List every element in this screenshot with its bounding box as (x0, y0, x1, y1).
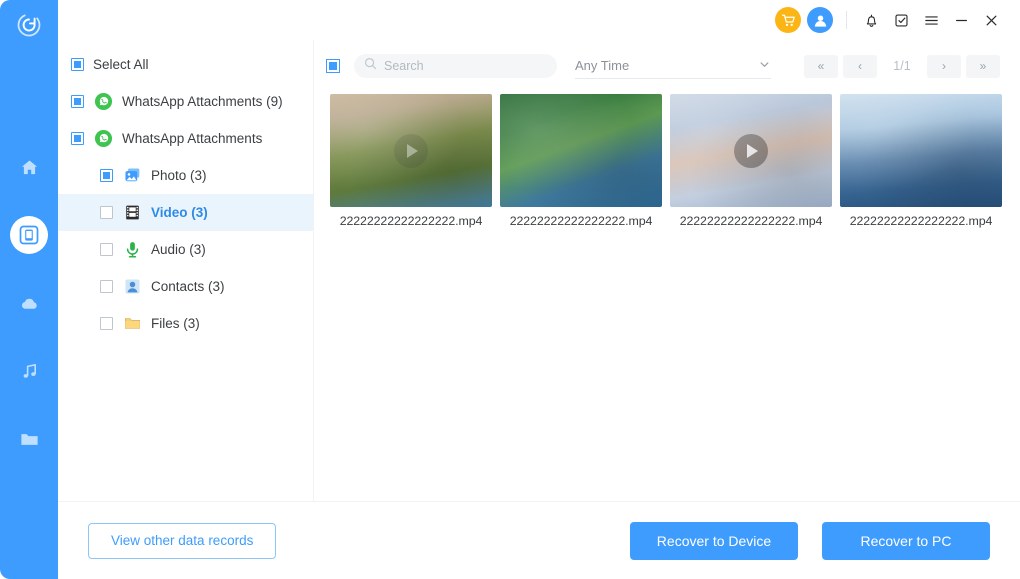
grid-item-filename: 22222222222222222.mp4 (849, 214, 993, 228)
rail-item-music[interactable] (10, 352, 48, 390)
prev-page-button[interactable]: ‹ (843, 54, 877, 78)
device-icon (18, 224, 40, 246)
video-thumbnail[interactable] (330, 94, 492, 207)
video-thumbnail[interactable] (500, 94, 662, 207)
tree-item-photo[interactable]: Photo (3) (58, 157, 313, 194)
select-all-row[interactable]: Select All (58, 46, 313, 83)
tree-checkbox[interactable] (100, 169, 113, 182)
tree-item-video[interactable]: Video (3) (58, 194, 313, 231)
next-page-label: › (942, 59, 946, 73)
rail-item-cloud[interactable] (10, 284, 48, 322)
whatsapp-icon (94, 92, 113, 111)
user-avatar-icon[interactable] (807, 7, 833, 33)
tree-item-label: Files (3) (151, 316, 200, 331)
recover-to-pc-button[interactable]: Recover to PC (822, 521, 990, 560)
video-thumbnail[interactable] (840, 94, 1002, 207)
contacts-icon (123, 277, 142, 296)
view-other-data-records-button[interactable]: View other data records (88, 522, 277, 559)
pagination: « ‹ 1/1 › » (804, 54, 1000, 78)
tree-item-whatsapp-attachments-9[interactable]: WhatsApp Attachments (9) (58, 83, 313, 120)
tree-checkbox[interactable] (100, 243, 113, 256)
folder-icon (19, 429, 40, 450)
whatsapp-icon (94, 129, 113, 148)
time-filter-value: Any Time (575, 58, 630, 73)
grid-item-filename: 22222222222222222.mp4 (679, 214, 823, 228)
tree-item-label: Audio (3) (151, 242, 206, 257)
search-box[interactable] (354, 54, 557, 78)
select-all-results-checkbox[interactable] (326, 59, 340, 73)
first-page-button[interactable]: « (804, 54, 838, 78)
tree-item-label: Photo (3) (151, 168, 207, 183)
tree-checkbox[interactable] (100, 280, 113, 293)
grid-item[interactable]: 22222222222222222.mp4 (836, 94, 1006, 228)
play-icon[interactable] (734, 133, 768, 168)
audio-icon (123, 240, 142, 259)
tree-item-label: WhatsApp Attachments (9) (122, 94, 283, 109)
cloud-icon (19, 293, 40, 314)
results-panel: Any Time « ‹ 1/1 (314, 40, 1020, 501)
recover-to-device-button[interactable]: Recover to Device (630, 521, 798, 560)
main-area: Select All WhatsApp Attachments (9) What… (58, 0, 1020, 579)
tree-checkbox[interactable] (100, 317, 113, 330)
video-thumbnail[interactable] (670, 94, 832, 207)
bell-icon[interactable] (856, 5, 886, 35)
content-body: Select All WhatsApp Attachments (9) What… (58, 40, 1020, 501)
rail-item-device[interactable] (10, 216, 48, 254)
close-icon[interactable] (976, 5, 1006, 35)
last-page-label: » (979, 59, 987, 73)
hamburger-menu-icon[interactable] (916, 5, 946, 35)
first-page-label: « (817, 59, 825, 73)
grid-item-filename: 22222222222222222.mp4 (509, 214, 653, 228)
rail-item-home[interactable] (10, 148, 48, 186)
cart-icon[interactable] (775, 7, 801, 33)
music-icon (20, 362, 39, 381)
category-tree: Select All WhatsApp Attachments (9) What… (58, 40, 314, 501)
application-window: Select All WhatsApp Attachments (9) What… (0, 0, 1020, 579)
title-bar (58, 0, 1020, 40)
minimize-icon[interactable] (946, 5, 976, 35)
home-icon (20, 158, 39, 177)
files-icon (123, 314, 142, 333)
tree-checkbox[interactable] (100, 206, 113, 219)
grid-item[interactable]: 22222222222222222.mp4 (326, 94, 496, 228)
photo-icon (123, 166, 142, 185)
rail-item-folder[interactable] (10, 420, 48, 458)
tree-item-label: WhatsApp Attachments (122, 131, 263, 146)
select-all-label: Select All (93, 57, 149, 72)
tree-item-contacts[interactable]: Contacts (3) (58, 268, 313, 305)
footer-actions: Recover to Device Recover to PC (630, 521, 990, 560)
grid-item[interactable]: 22222222222222222.mp4 (496, 94, 666, 228)
next-page-button[interactable]: › (927, 54, 961, 78)
time-filter-dropdown[interactable]: Any Time (575, 53, 771, 79)
app-logo (14, 10, 44, 40)
titlebar-divider (846, 11, 847, 29)
grid-item-filename: 22222222222222222.mp4 (339, 214, 483, 228)
left-nav-rail (0, 0, 58, 579)
tree-checkbox[interactable] (71, 95, 84, 108)
thumbnail-grid: 22222222222222222.mp4 22222222222222222.… (314, 86, 1020, 501)
results-toolbar: Any Time « ‹ 1/1 (314, 46, 1020, 86)
chevron-down-icon (758, 58, 771, 74)
page-indicator: 1/1 (893, 59, 911, 73)
grid-item[interactable]: 22222222222222222.mp4 (666, 94, 836, 228)
search-input[interactable] (384, 59, 547, 73)
tree-item-audio[interactable]: Audio (3) (58, 231, 313, 268)
tree-item-label: Contacts (3) (151, 279, 225, 294)
video-icon (123, 203, 142, 222)
play-icon[interactable] (394, 133, 428, 168)
tree-checkbox[interactable] (71, 132, 84, 145)
footer-bar: View other data records Recover to Devic… (58, 501, 1020, 579)
prev-page-label: ‹ (858, 59, 862, 73)
tree-item-files[interactable]: Files (3) (58, 305, 313, 342)
tree-item-whatsapp-attachments[interactable]: WhatsApp Attachments (58, 120, 313, 157)
select-all-checkbox[interactable] (71, 58, 84, 71)
last-page-button[interactable]: » (966, 54, 1000, 78)
feedback-icon[interactable] (886, 5, 916, 35)
search-icon (364, 57, 377, 75)
tree-item-label: Video (3) (151, 205, 208, 220)
rail-icon-list (10, 148, 48, 458)
